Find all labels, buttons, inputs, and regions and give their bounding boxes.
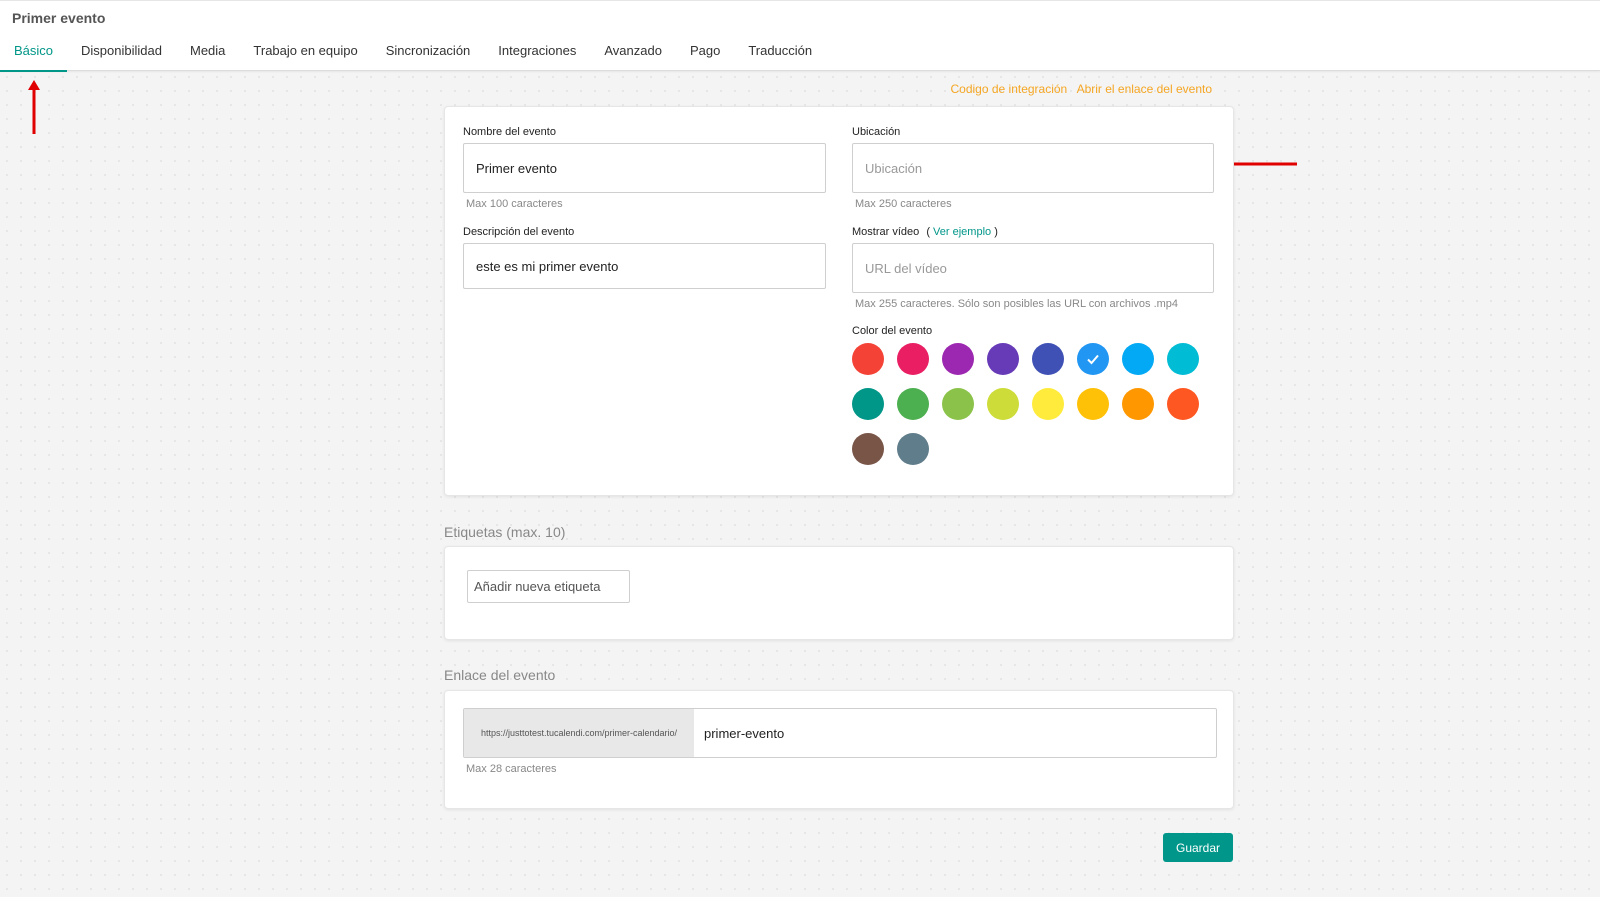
color-swatch-8[interactable] [1167, 343, 1199, 375]
tab-media[interactable]: Media [176, 35, 239, 72]
annotation-arrow-up-icon [28, 80, 40, 134]
page-title: Primer evento [12, 10, 106, 26]
color-swatch-11[interactable] [942, 388, 974, 420]
check-icon [1087, 354, 1099, 365]
description-label: Descripción del evento [463, 226, 575, 238]
color-swatch-17[interactable] [852, 433, 884, 465]
save-button[interactable]: Guardar [1163, 833, 1233, 862]
video-label-row: Mostrar vídeo ( Ver ejemplo ) [852, 226, 998, 238]
tab-avanzado[interactable]: Avanzado [590, 35, 676, 72]
color-swatch-3[interactable] [942, 343, 974, 375]
basic-info-card: Nombre del evento Primer evento Max 100 … [444, 106, 1234, 496]
color-swatch-2[interactable] [897, 343, 929, 375]
color-swatch-15[interactable] [1122, 388, 1154, 420]
tab-traduccion[interactable]: Traducción [734, 35, 826, 72]
color-swatch-12[interactable] [987, 388, 1019, 420]
tab-disponibilidad[interactable]: Disponibilidad [67, 35, 176, 72]
video-hint: Max 255 caracteres. Sólo son posibles la… [855, 298, 1179, 310]
event-name-hint: Max 100 caracteres [466, 198, 563, 210]
color-label: Color del evento [852, 325, 933, 337]
color-swatch-10[interactable] [897, 388, 929, 420]
event-link-title: Enlace del evento [444, 667, 556, 683]
tags-title: Etiquetas (max. 10) [444, 524, 566, 540]
color-swatch-1[interactable] [852, 343, 884, 375]
color-swatch-6[interactable] [1077, 343, 1109, 375]
video-label: Mostrar vídeo [852, 226, 920, 238]
color-swatch-9[interactable] [852, 388, 884, 420]
open-event-link[interactable]: Abrir el enlace del evento [1077, 82, 1212, 96]
app-header: Primer evento Básico Disponibilidad Medi… [0, 0, 1600, 72]
event-link-slug-input[interactable]: primer-evento [694, 709, 1216, 757]
color-swatch-14[interactable] [1077, 388, 1109, 420]
tab-pago[interactable]: Pago [676, 35, 734, 72]
event-link-prefix: https://justtotest.tucalendi.com/primer-… [464, 709, 694, 757]
color-swatch-13[interactable] [1032, 388, 1064, 420]
location-input[interactable]: Ubicación [852, 143, 1214, 193]
tab-sincronizacion[interactable]: Sincronización [372, 35, 485, 72]
video-example-link[interactable]: Ver ejemplo [933, 226, 991, 238]
tab-trabajo-en-equipo[interactable]: Trabajo en equipo [239, 35, 371, 72]
embed-code-link[interactable]: Codigo de integración [950, 82, 1067, 96]
tab-bar: Básico Disponibilidad Media Trabajo en e… [0, 35, 826, 72]
event-link-hint: Max 28 caracteres [466, 763, 557, 775]
event-link-field: https://justtotest.tucalendi.com/primer-… [463, 708, 1217, 758]
top-links: Codigo de integración Abrir el enlace de… [944, 82, 1212, 96]
video-paren-close: ) [994, 226, 998, 238]
location-hint: Max 250 caracteres [855, 198, 952, 210]
new-tag-input[interactable]: Añadir nueva etiqueta [467, 570, 630, 603]
color-swatch-16[interactable] [1167, 388, 1199, 420]
event-name-input[interactable]: Primer evento [463, 143, 826, 193]
video-url-input[interactable]: URL del vídeo [852, 243, 1214, 293]
color-swatch-18[interactable] [897, 433, 929, 465]
video-paren-open: ( [926, 226, 930, 238]
location-label: Ubicación [852, 126, 901, 138]
tags-card: Añadir nueva etiqueta [444, 546, 1234, 640]
tab-integraciones[interactable]: Integraciones [484, 35, 590, 72]
event-link-card: https://justtotest.tucalendi.com/primer-… [444, 690, 1234, 809]
color-swatch-7[interactable] [1122, 343, 1154, 375]
description-input[interactable]: este es mi primer evento [463, 243, 826, 289]
color-swatch-4[interactable] [987, 343, 1019, 375]
tab-basico[interactable]: Básico [0, 35, 68, 72]
color-swatch-5[interactable] [1032, 343, 1064, 375]
event-name-label: Nombre del evento [463, 126, 556, 138]
